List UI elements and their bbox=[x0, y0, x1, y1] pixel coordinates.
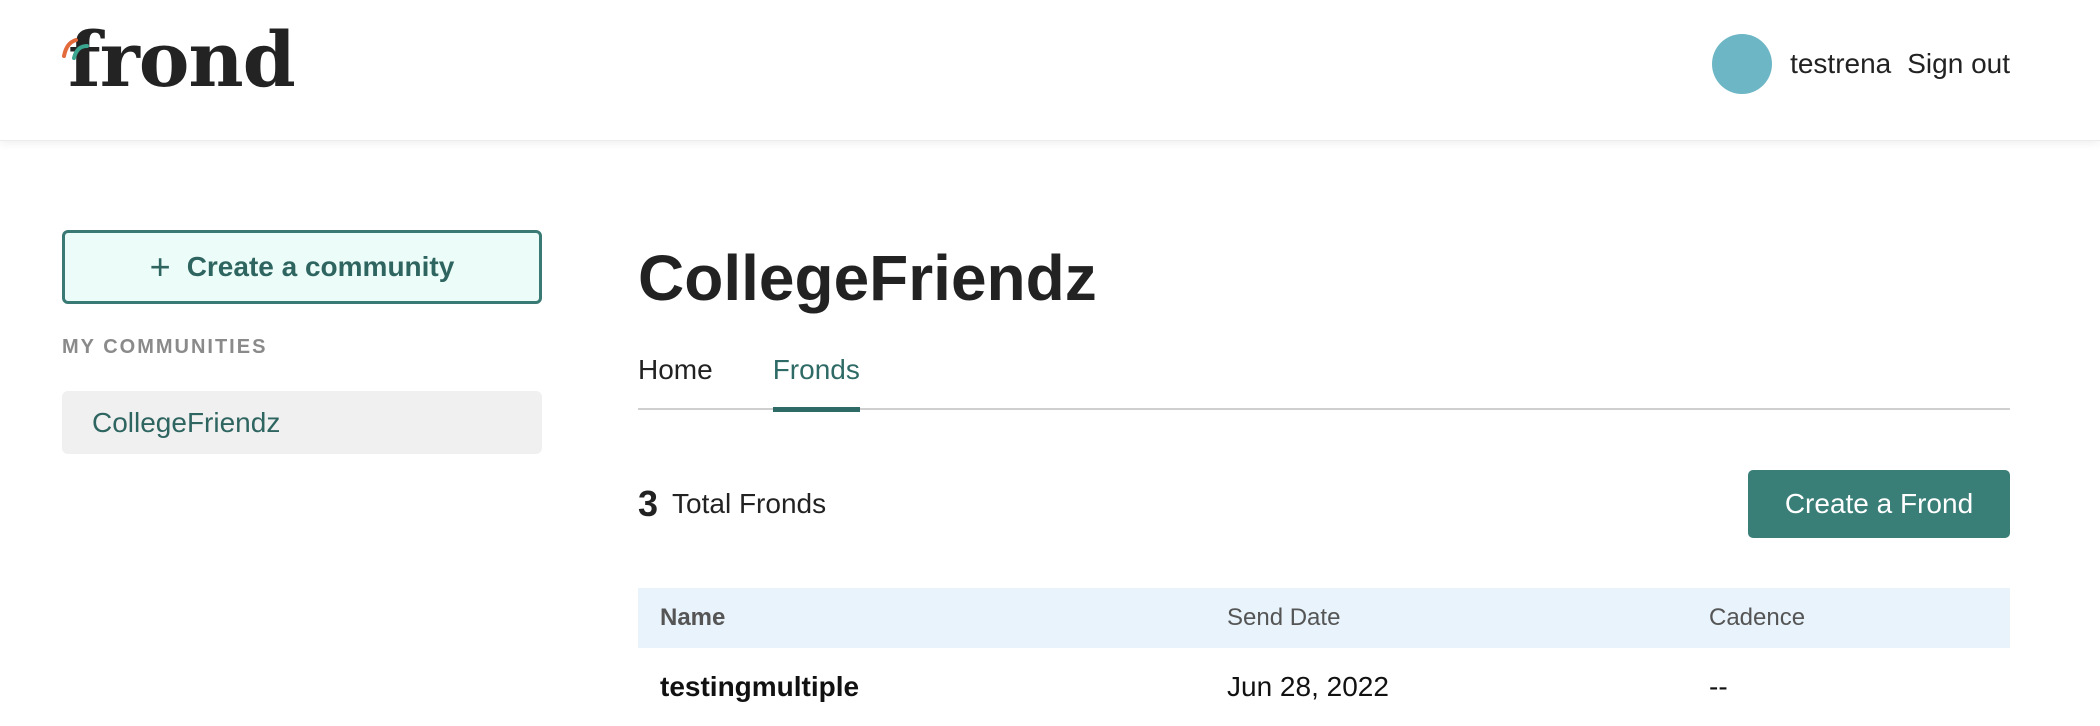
table-row[interactable]: testingmultiple Jun 28, 2022 -- bbox=[638, 648, 2010, 726]
username: testrena bbox=[1790, 48, 1892, 79]
frond-name-cell[interactable]: testingmultiple bbox=[638, 671, 1227, 703]
tab-bar: Home Fronds bbox=[638, 354, 2010, 412]
top-navigation-bar: frond testrena Sign out bbox=[0, 0, 2100, 141]
sign-out-link[interactable]: Sign out bbox=[1907, 48, 2010, 80]
plus-icon: + bbox=[149, 246, 171, 287]
avatar[interactable] bbox=[1712, 34, 1773, 94]
create-community-button[interactable]: + Create a community bbox=[62, 230, 542, 304]
logo-text: frond bbox=[68, 15, 296, 104]
frond-logo[interactable]: frond bbox=[60, 15, 296, 104]
fronds-table: Name Send Date Cadence testingmultiple J… bbox=[638, 588, 2010, 726]
tab-home[interactable]: Home bbox=[638, 354, 713, 410]
sidebar: + Create a community MY COMMUNITIES Coll… bbox=[62, 230, 542, 454]
create-community-label: Create a community bbox=[186, 251, 455, 282]
page-title: CollegeFriendz bbox=[638, 242, 1097, 314]
table-header: Name Send Date Cadence bbox=[638, 588, 2010, 648]
main-content: CollegeFriendz Home Fronds 3 Total Frond… bbox=[638, 230, 2010, 726]
create-frond-button[interactable]: Create a Frond bbox=[1748, 470, 2010, 538]
total-fronds-label: Total Fronds bbox=[672, 488, 827, 519]
column-header-cadence[interactable]: Cadence bbox=[1709, 604, 2010, 632]
cadence-cell: -- bbox=[1709, 671, 1728, 702]
sprig-logo-icon bbox=[62, 38, 89, 60]
total-fronds-count: 3 bbox=[638, 483, 659, 524]
sidebar-item-label: CollegeFriendz bbox=[92, 406, 281, 438]
sidebar-item-collegefriendz[interactable]: CollegeFriendz bbox=[62, 391, 542, 454]
column-header-send-date[interactable]: Send Date bbox=[1227, 604, 1709, 632]
my-communities-heading: MY COMMUNITIES bbox=[62, 336, 268, 358]
fronds-summary: 3 Total Fronds Create a Frond bbox=[638, 470, 2010, 538]
user-menu: testrena Sign out bbox=[1712, 34, 2010, 94]
send-date-cell: Jun 28, 2022 bbox=[1227, 671, 1389, 702]
tab-fronds[interactable]: Fronds bbox=[772, 354, 861, 412]
column-header-name[interactable]: Name bbox=[638, 604, 1227, 632]
